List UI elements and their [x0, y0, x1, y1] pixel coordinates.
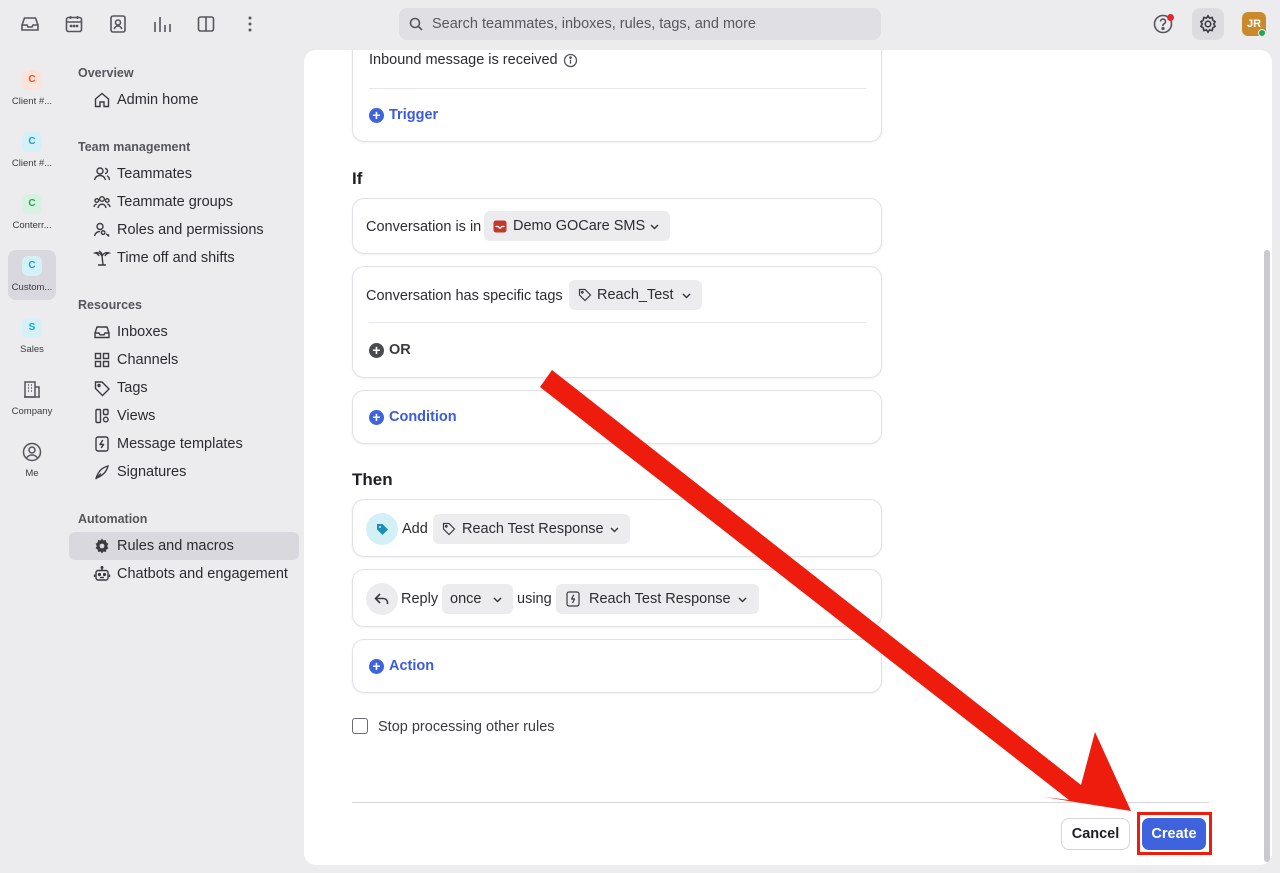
annotation-arrow [540, 370, 1131, 811]
annotation-highlight-box [1137, 812, 1212, 855]
